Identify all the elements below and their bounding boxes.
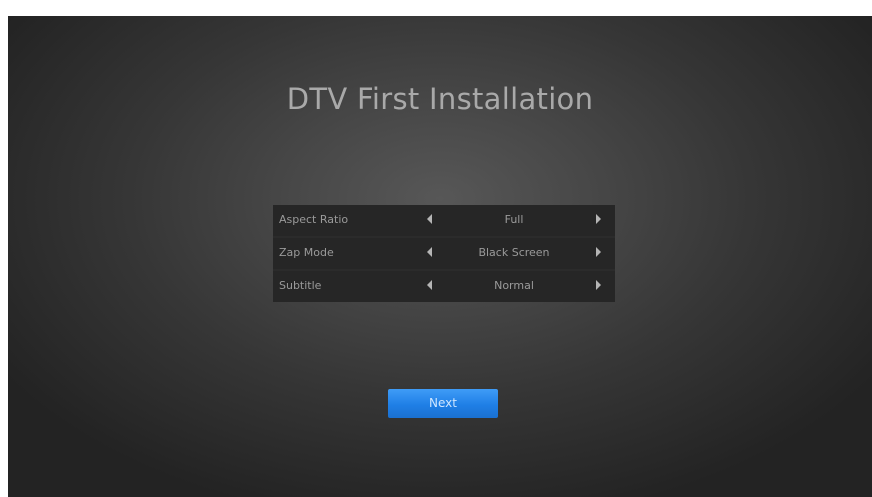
right-arrow-icon[interactable]: [596, 247, 601, 257]
setting-row-subtitle[interactable]: Subtitle Normal: [273, 271, 615, 302]
setting-label: Subtitle: [279, 279, 322, 292]
left-arrow-icon[interactable]: [427, 214, 432, 224]
setting-value: Full: [504, 213, 524, 226]
next-button[interactable]: Next: [388, 389, 498, 418]
setting-row-zap-mode[interactable]: Zap Mode Black Screen: [273, 238, 615, 269]
right-arrow-icon[interactable]: [596, 214, 601, 224]
page-title: DTV First Installation: [286, 82, 594, 116]
settings-list: Aspect Ratio Full Zap Mode Black Screen …: [273, 205, 615, 302]
tv-screen: DTV First Installation Aspect Ratio Full…: [8, 16, 872, 497]
setting-value: Normal: [494, 279, 534, 292]
setting-label: Zap Mode: [279, 246, 334, 259]
setting-label: Aspect Ratio: [279, 213, 349, 226]
setting-value: Black Screen: [478, 246, 550, 259]
left-arrow-icon[interactable]: [427, 280, 432, 290]
right-arrow-icon[interactable]: [596, 280, 601, 290]
left-arrow-icon[interactable]: [427, 247, 432, 257]
setting-row-aspect-ratio[interactable]: Aspect Ratio Full: [273, 205, 615, 236]
page-frame: DTV First Installation Aspect Ratio Full…: [0, 0, 872, 497]
